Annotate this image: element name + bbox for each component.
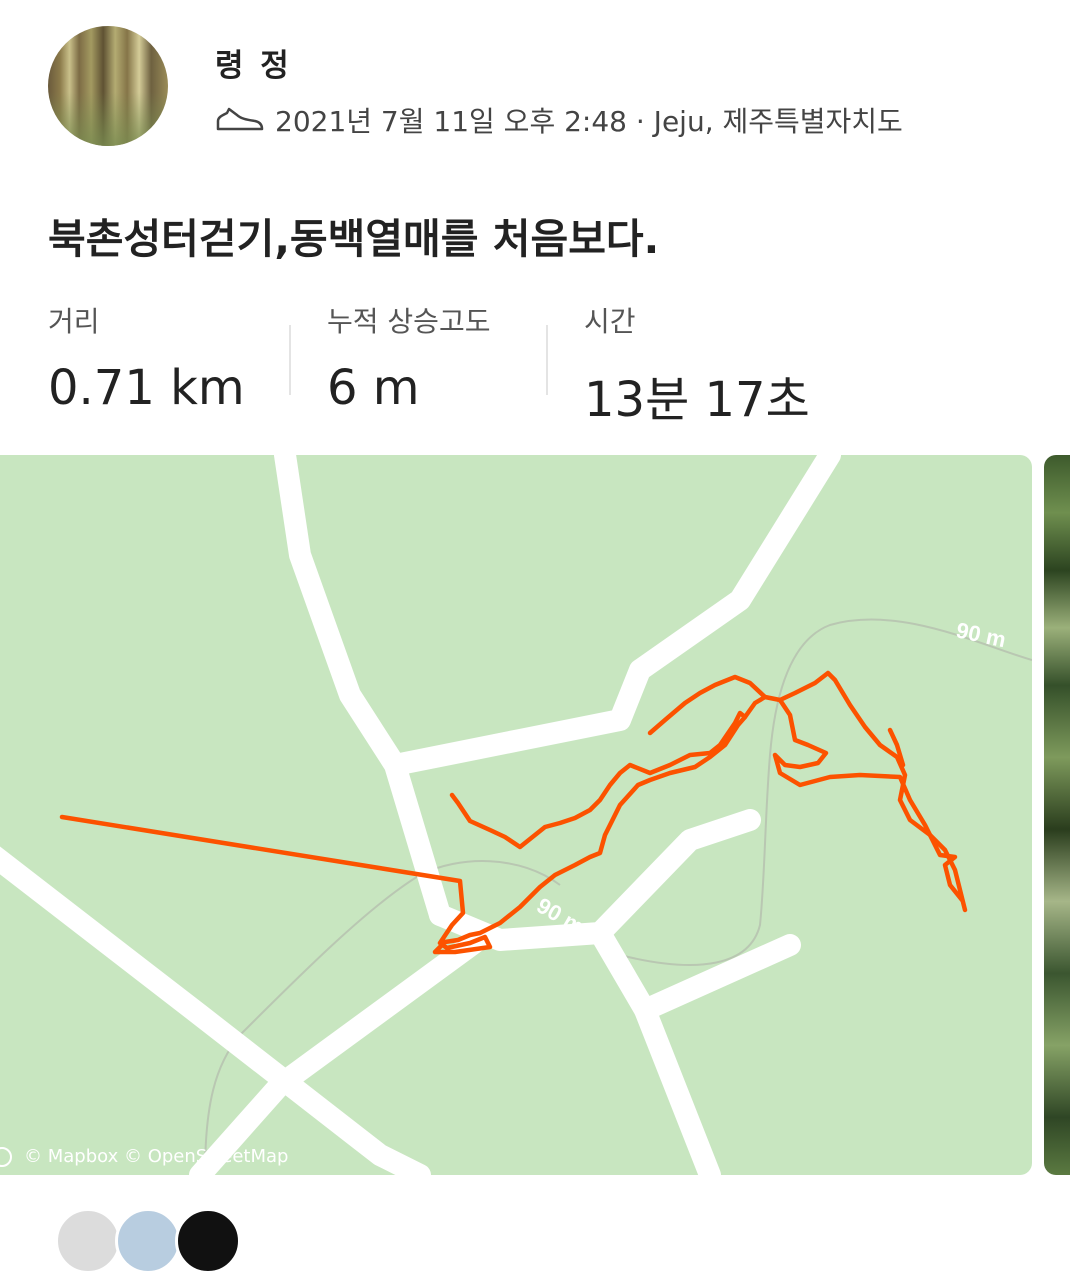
route-map[interactable]: 90 m 90 m © Mapbox © OpenStreetMap bbox=[0, 455, 1032, 1175]
stat-divider bbox=[289, 325, 291, 395]
activity-title[interactable]: 북촌성터걷기,동백열매를 처음보다. bbox=[48, 205, 659, 265]
stat-value: 13분 17초 bbox=[584, 372, 810, 428]
map-attribution[interactable]: © Mapbox © OpenStreetMap bbox=[0, 1146, 288, 1167]
avatar[interactable] bbox=[115, 1208, 181, 1274]
shoe-icon bbox=[216, 107, 264, 131]
activity-photo-thumbnail[interactable] bbox=[1044, 455, 1070, 1175]
activity-date-location: 2021년 7월 11일 오후 2:48 · Jeju, 제주특별자치도 bbox=[275, 105, 903, 138]
stat-elevation: 누적 상승고도 6 m bbox=[327, 300, 490, 416]
contour-label: 90 m bbox=[954, 617, 1008, 652]
stat-divider bbox=[546, 325, 548, 395]
athlete-name[interactable]: 령 정 bbox=[215, 40, 292, 85]
stat-value: 0.71 km bbox=[48, 360, 245, 416]
stat-label: 시간 bbox=[584, 305, 636, 338]
stat-label: 거리 bbox=[48, 305, 100, 338]
activity-route bbox=[59, 670, 968, 955]
roads bbox=[0, 455, 841, 1175]
stat-time: 시간 13분 17초 bbox=[584, 300, 810, 430]
stat-distance: 거리 0.71 km bbox=[48, 300, 245, 416]
info-icon[interactable] bbox=[0, 1147, 12, 1167]
stat-value: 6 m bbox=[327, 360, 420, 416]
activity-meta: 2021년 7월 11일 오후 2:48 · Jeju, 제주특별자치도 bbox=[215, 100, 903, 140]
stat-label: 누적 상승고도 bbox=[327, 305, 491, 338]
attribution-text: © Mapbox © OpenStreetMap bbox=[24, 1146, 289, 1167]
avatar[interactable] bbox=[175, 1208, 241, 1274]
user-avatar[interactable] bbox=[48, 26, 168, 146]
avatar[interactable] bbox=[55, 1208, 121, 1274]
map-canvas: 90 m 90 m bbox=[0, 455, 1032, 1175]
